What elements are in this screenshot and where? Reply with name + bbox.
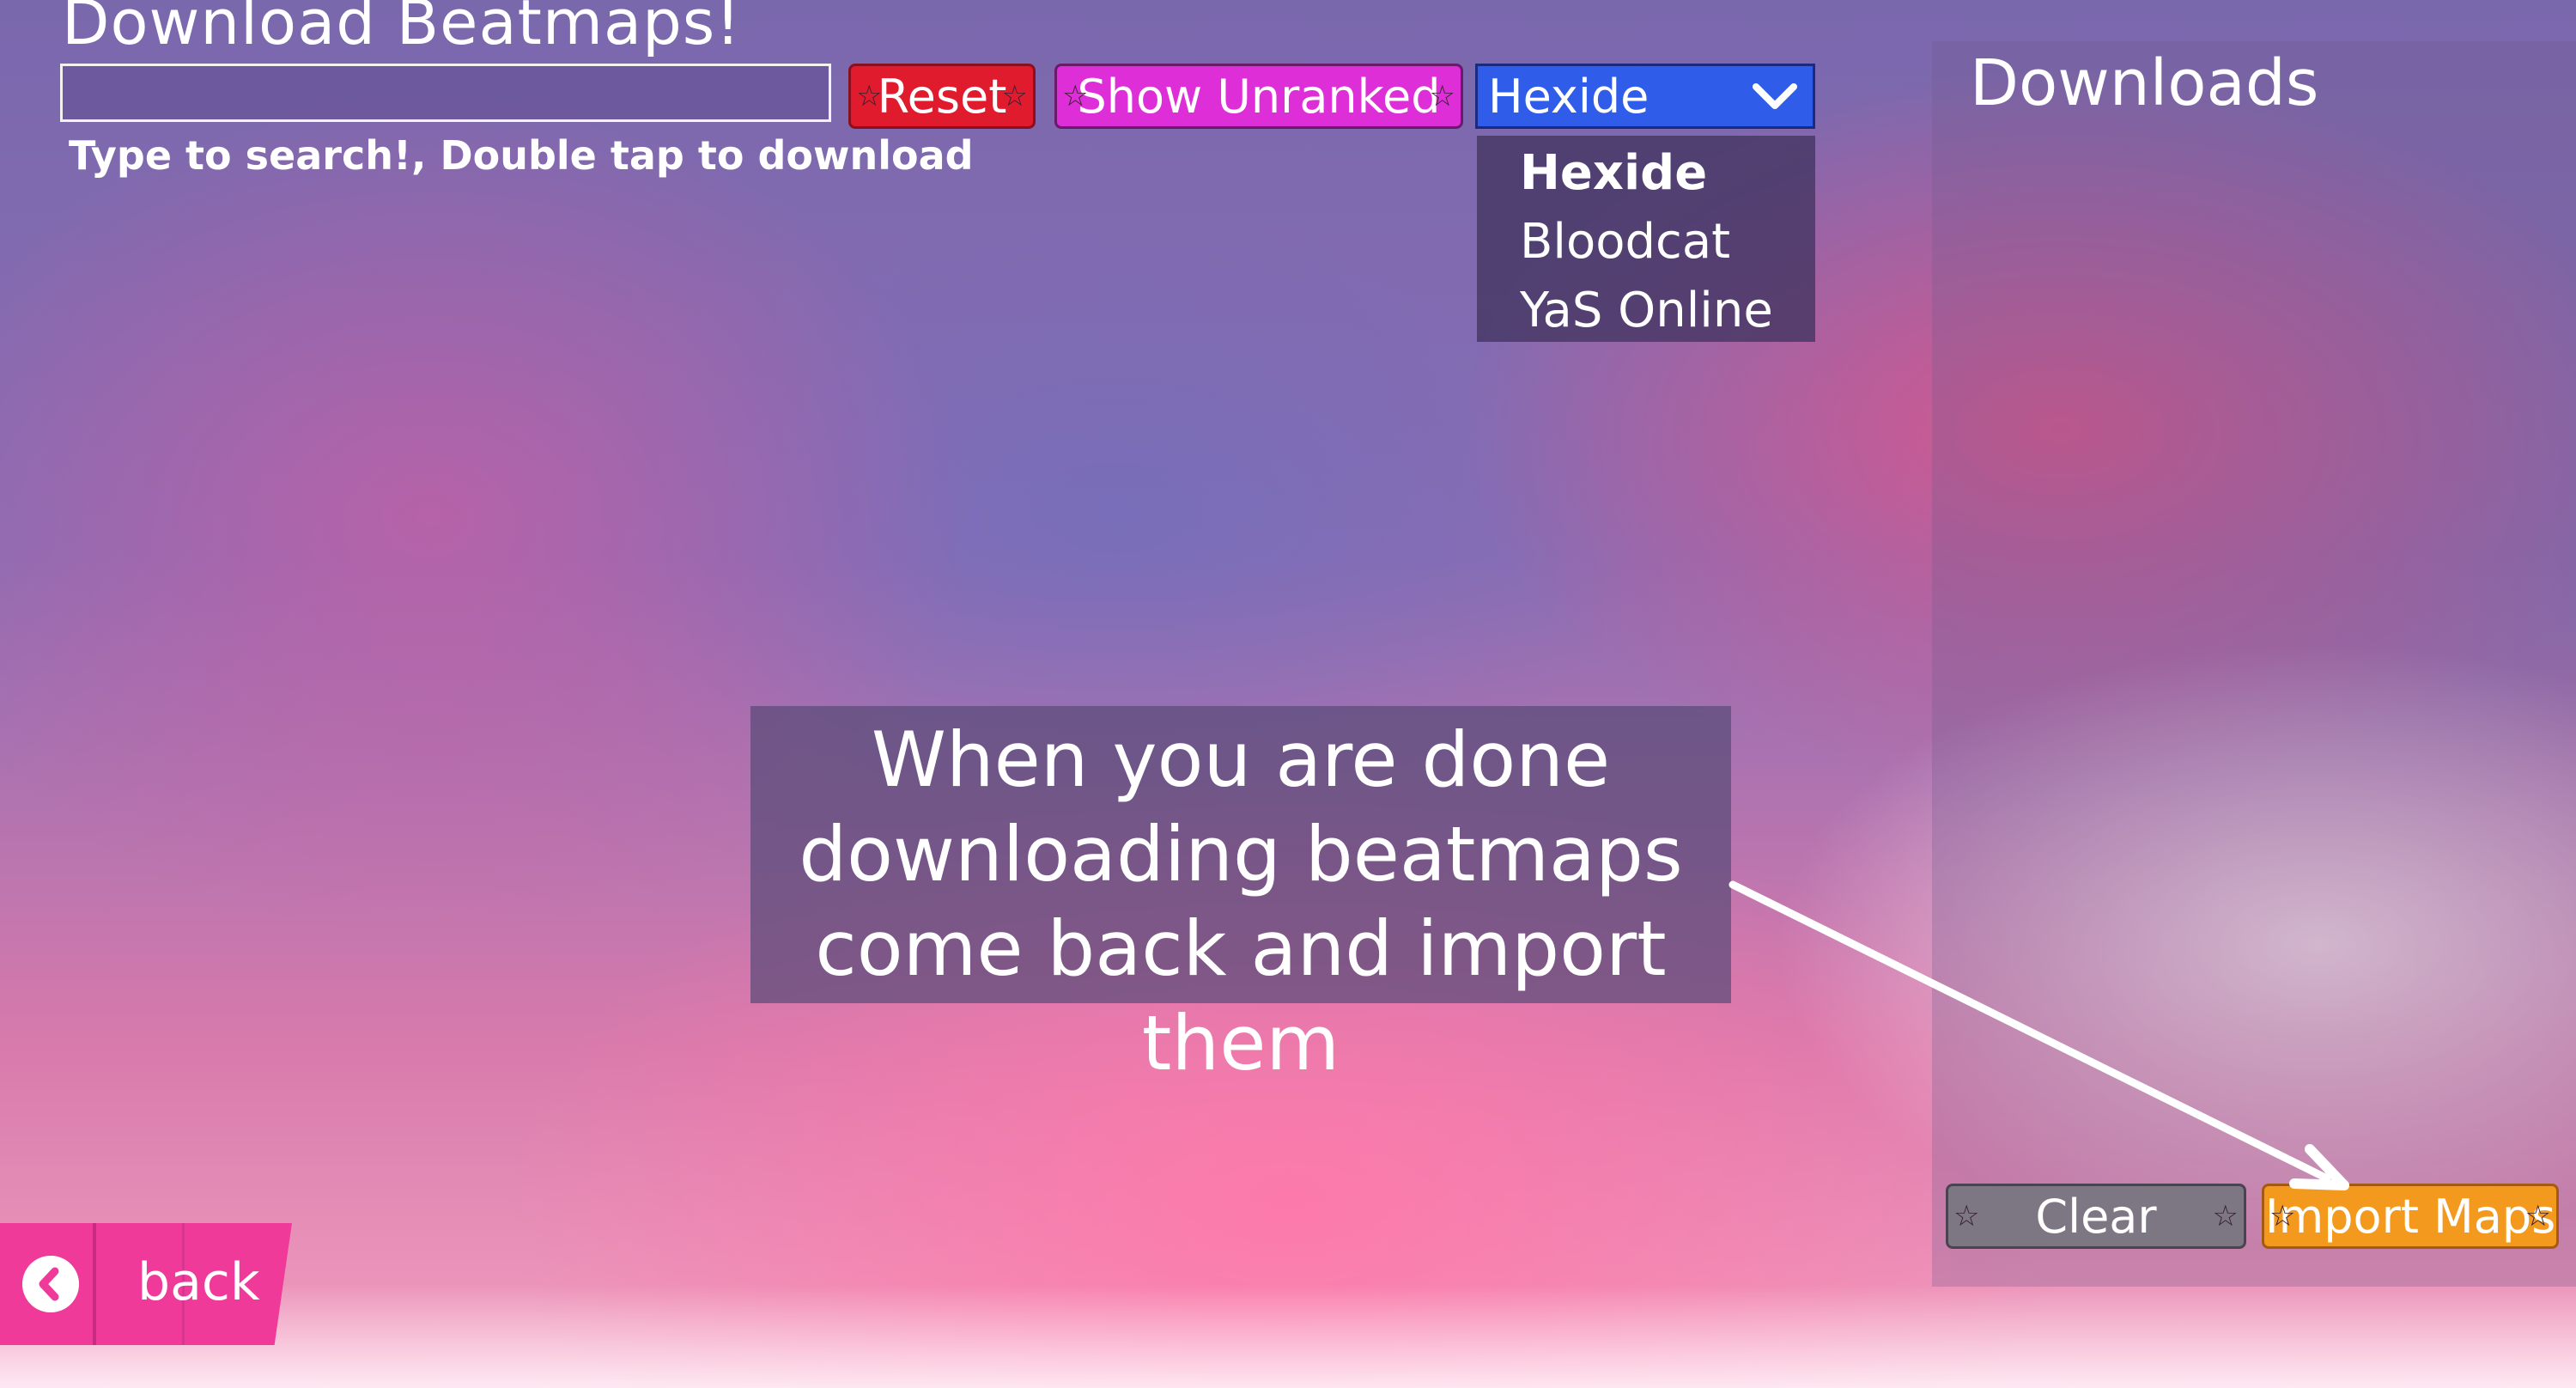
chevron-down-icon — [1753, 83, 1797, 109]
star-icon: ☆ — [2524, 1199, 2551, 1233]
source-select[interactable]: Hexide — [1475, 64, 1815, 129]
reset-label: Reset — [877, 69, 1007, 124]
clear-label: Clear — [2035, 1189, 2157, 1244]
star-icon: ☆ — [1001, 79, 1028, 113]
callout-line: downloading beatmaps — [799, 810, 1683, 898]
source-dropdown-list: Hexide Bloodcat YaS Online — [1477, 136, 1815, 342]
background-glow — [0, 1285, 2576, 1388]
reset-button[interactable]: ☆ Reset ☆ — [848, 64, 1036, 129]
star-icon: ☆ — [1429, 79, 1455, 113]
clear-button[interactable]: ☆ Clear ☆ — [1946, 1184, 2246, 1249]
show-unranked-label: Show Unranked — [1077, 69, 1441, 124]
star-icon: ☆ — [2269, 1199, 2296, 1233]
import-maps-label: Import Maps — [2264, 1189, 2556, 1244]
tutorial-callout: When you are done downloading beatmaps c… — [750, 706, 1731, 1087]
dropdown-option-yas-online[interactable]: YaS Online — [1477, 277, 1815, 345]
page-title: Download Beatmaps! — [62, 0, 742, 58]
dropdown-option-hexide[interactable]: Hexide — [1477, 139, 1815, 208]
star-icon: ☆ — [856, 79, 883, 113]
back-divider — [93, 1223, 96, 1345]
import-maps-button[interactable]: ☆ Import Maps ☆ — [2262, 1184, 2559, 1249]
back-arrow-icon — [22, 1256, 79, 1312]
source-select-value: Hexide — [1488, 69, 1649, 124]
star-icon: ☆ — [1062, 79, 1089, 113]
search-input[interactable] — [60, 64, 831, 122]
star-icon: ☆ — [1953, 1199, 1980, 1233]
search-hint: Type to search!, Double tap to download — [69, 132, 974, 179]
downloads-panel: Downloads — [1932, 41, 2576, 1287]
callout-line: When you are done — [871, 715, 1611, 804]
downloads-title: Downloads — [1970, 46, 2319, 120]
star-icon: ☆ — [2212, 1199, 2239, 1233]
back-label: back — [137, 1252, 260, 1312]
back-button[interactable]: back — [0, 1223, 292, 1345]
show-unranked-button[interactable]: ☆ Show Unranked ☆ — [1054, 64, 1463, 129]
dropdown-option-bloodcat[interactable]: Bloodcat — [1477, 208, 1815, 277]
callout-line: come back and import them — [815, 904, 1667, 1087]
